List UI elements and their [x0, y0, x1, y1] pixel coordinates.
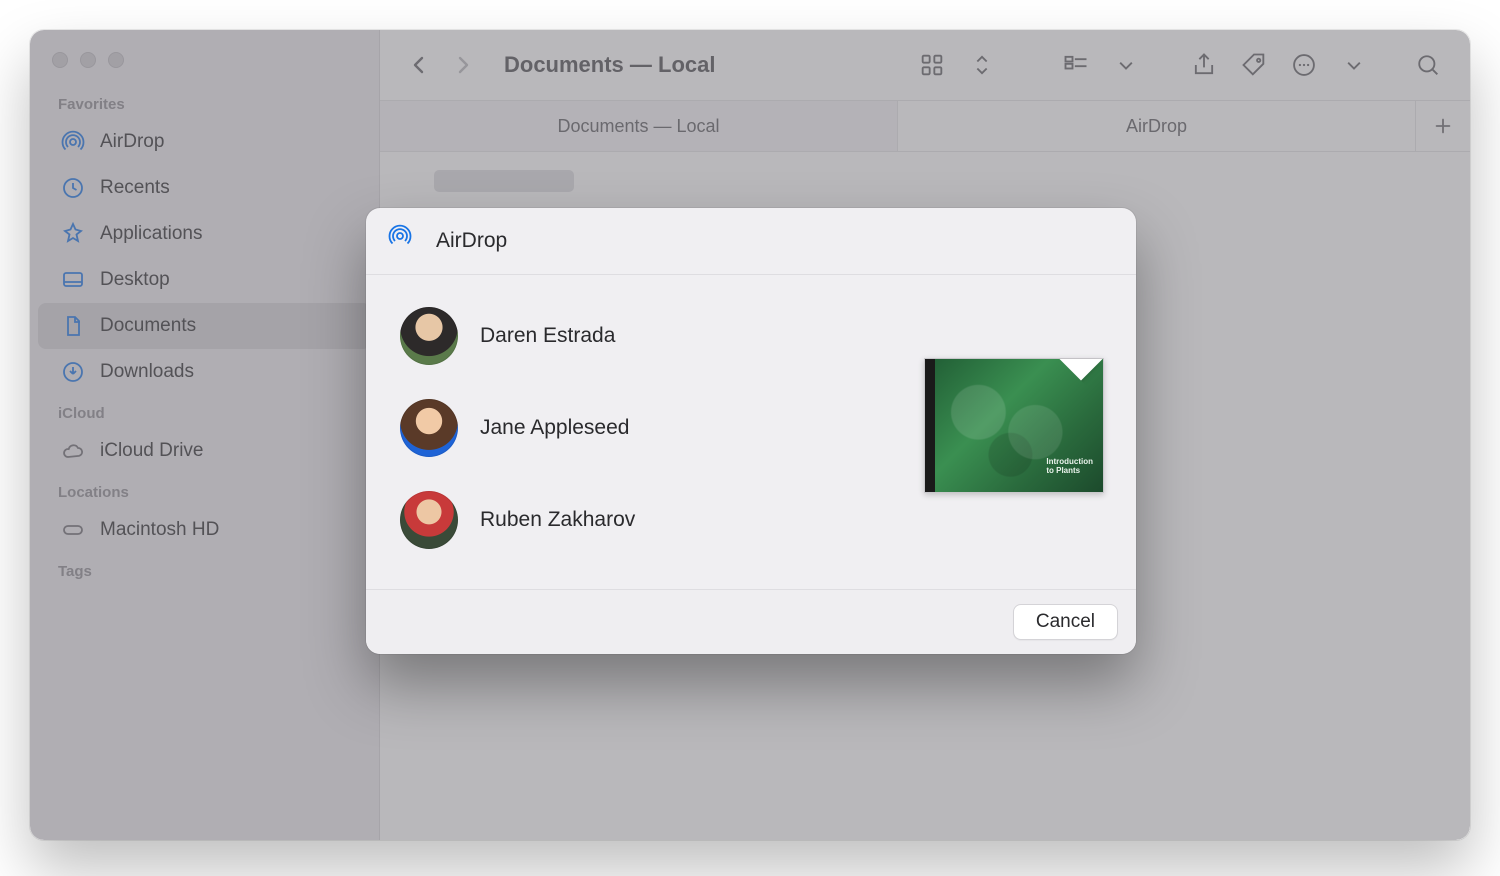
airdrop-person[interactable]: Daren Estrada — [400, 307, 914, 365]
airdrop-icon — [388, 224, 422, 258]
person-name: Ruben Zakharov — [480, 508, 635, 532]
dialog-header: AirDrop — [366, 208, 1136, 275]
file-caption: Introduction to Plants — [1046, 457, 1093, 475]
cancel-button[interactable]: Cancel — [1013, 604, 1118, 640]
avatar — [400, 307, 458, 365]
file-preview: Introduction to Plants — [924, 358, 1114, 493]
airdrop-person[interactable]: Ruben Zakharov — [400, 491, 914, 549]
finder-window: Favorites AirDrop Recents Applications — [30, 30, 1470, 840]
airdrop-people-list: Daren Estrada Jane Appleseed Ruben Zakha… — [400, 301, 914, 549]
file-thumbnail: Introduction to Plants — [924, 358, 1104, 493]
person-name: Jane Appleseed — [480, 416, 629, 440]
airdrop-person[interactable]: Jane Appleseed — [400, 399, 914, 457]
dialog-footer: Cancel — [366, 589, 1136, 654]
dialog-title: AirDrop — [436, 229, 507, 253]
airdrop-dialog: AirDrop Daren Estrada Jane Appleseed Rub… — [366, 208, 1136, 654]
avatar — [400, 491, 458, 549]
person-name: Daren Estrada — [480, 324, 615, 348]
avatar — [400, 399, 458, 457]
